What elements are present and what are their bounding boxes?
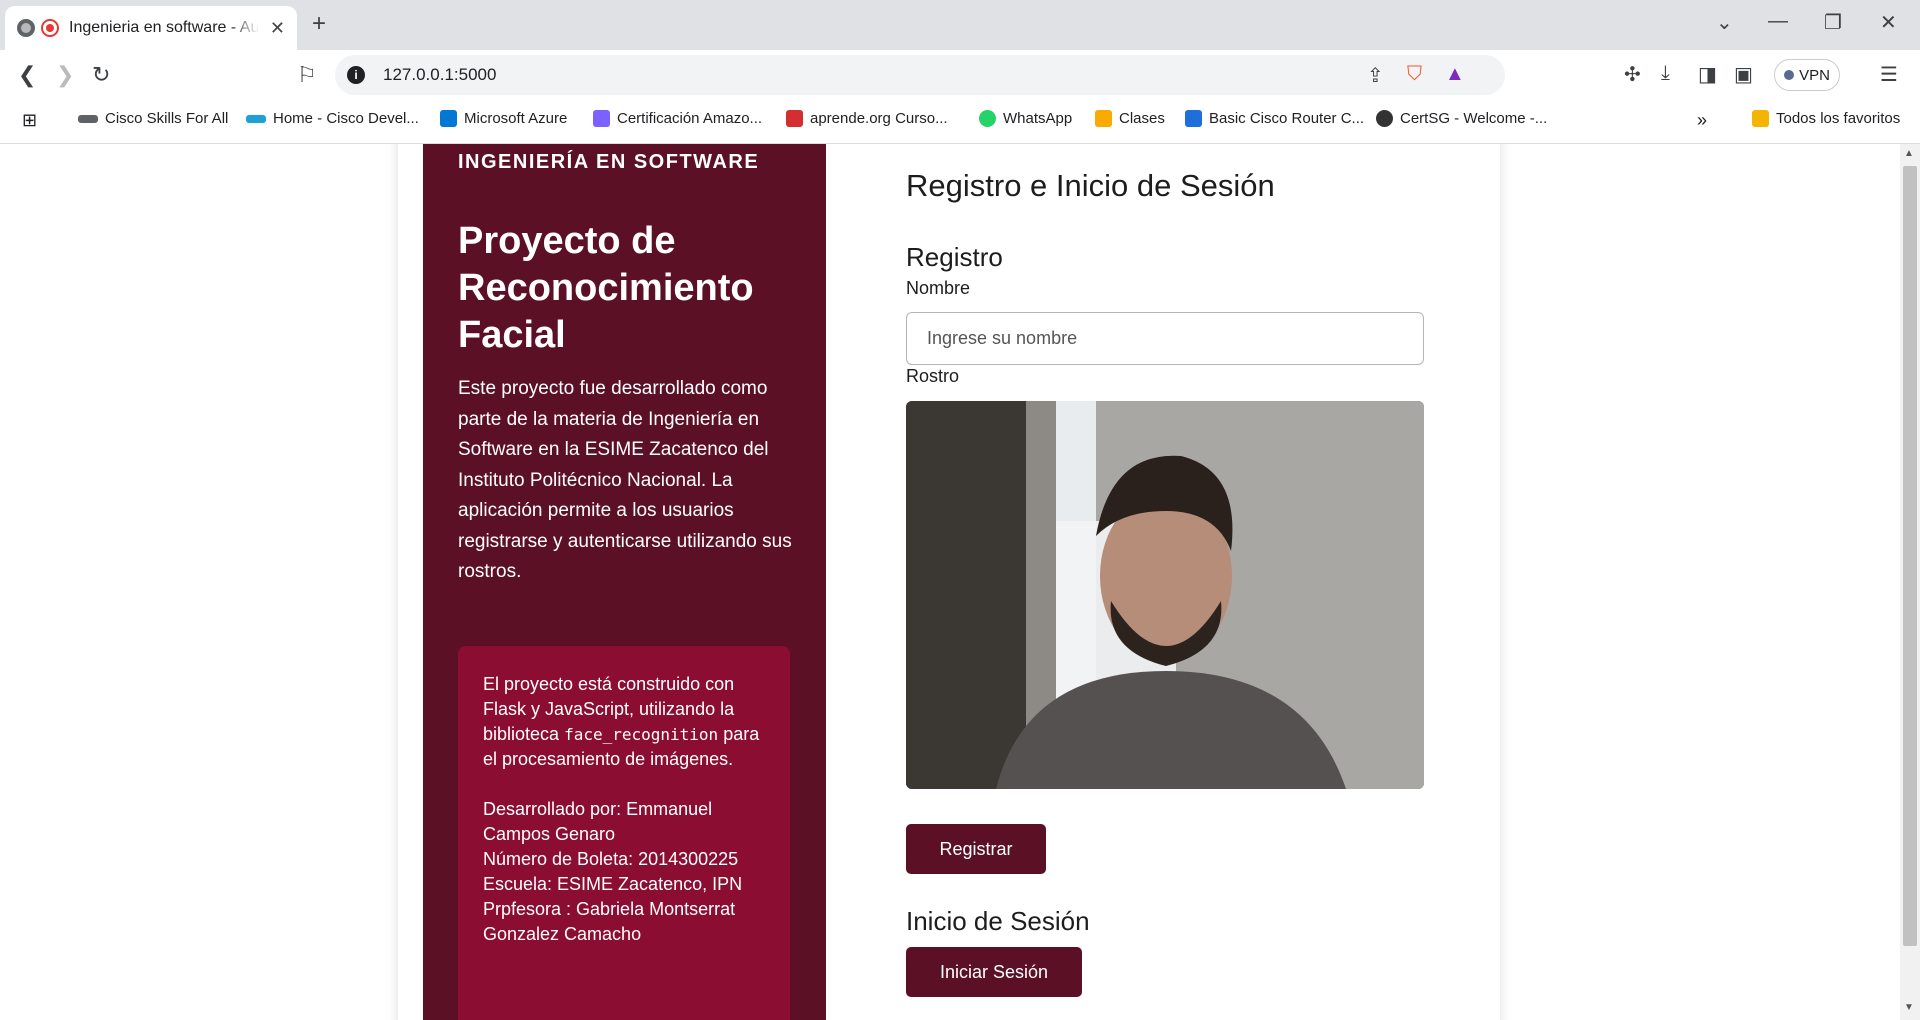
aws-cert-icon xyxy=(593,110,610,127)
reload-icon[interactable]: ↻ xyxy=(92,62,110,88)
name-label: Nombre xyxy=(906,278,971,298)
bookmark-item[interactable]: Clases xyxy=(1095,110,1165,127)
teacher-info: Prpfesora : Gabriela Montserrat Gonzalez… xyxy=(483,899,736,944)
download-icon[interactable]: ⤓ xyxy=(1661,62,1670,85)
name-input[interactable] xyxy=(906,312,1424,365)
main-card: INGENIERÍA EN SOFTWARE Proyecto de Recon… xyxy=(398,144,1500,1020)
azure-icon xyxy=(440,110,457,127)
developer-info: Desarrollado por: Emmanuel Campos Genaro xyxy=(483,799,713,844)
extensions-icon[interactable]: ✣ xyxy=(1624,62,1641,87)
bookmark-item[interactable]: Microsoft Azure xyxy=(440,110,567,127)
menu-icon[interactable]: ☰ xyxy=(1880,62,1898,87)
brave-shield-icon[interactable]: ⛉ xyxy=(1407,63,1422,86)
scroll-up-icon[interactable]: ▲ xyxy=(1904,148,1914,159)
library-name: face_recognition xyxy=(564,725,719,744)
all-bookmarks-folder[interactable]: Todos los favoritos xyxy=(1752,110,1900,127)
project-description: Este proyecto fue desarrollado como part… xyxy=(458,378,792,582)
scroll-down-icon[interactable]: ▼ xyxy=(1904,1002,1914,1013)
bookmark-item[interactable]: Home - Cisco Devel... xyxy=(246,110,419,127)
router-icon xyxy=(1185,110,1202,127)
page-viewport: INGENIERÍA EN SOFTWARE Proyecto de Recon… xyxy=(0,144,1900,1020)
site-globe-icon xyxy=(17,19,35,37)
login-heading: Inicio de Sesión xyxy=(906,906,1090,936)
bookmark-item[interactable]: Basic Cisco Router C... xyxy=(1185,110,1364,127)
vpn-button[interactable]: VPN xyxy=(1774,59,1840,91)
url-text[interactable]: 127.0.0.1:5000 xyxy=(383,65,496,85)
webcam-video xyxy=(906,401,1424,789)
aprende-icon xyxy=(786,110,803,127)
minimize-icon[interactable]: — xyxy=(1768,10,1788,33)
tab-close-icon[interactable]: ✕ xyxy=(270,18,285,39)
certsg-icon xyxy=(1376,110,1393,127)
tab-title: Ingenieria en software - Autenticación xyxy=(69,19,259,36)
restore-icon[interactable]: ❐ xyxy=(1824,10,1842,35)
register-heading: Registro xyxy=(906,242,1003,272)
folder-icon xyxy=(1752,110,1769,127)
cisco-logo-icon xyxy=(78,114,98,123)
site-info-icon[interactable]: i xyxy=(347,66,365,84)
tab-strip: Ingenieria en software - Autenticación ✕… xyxy=(0,0,1920,50)
vpn-label: VPN xyxy=(1799,66,1830,84)
page-scrollbar[interactable]: ▲ ▼ xyxy=(1900,144,1920,1020)
apps-grid-icon[interactable]: ⊞ xyxy=(22,110,37,131)
register-button[interactable]: Registrar xyxy=(906,824,1046,874)
bookmark-item[interactable]: CertSG - Welcome -... xyxy=(1376,110,1547,127)
whatsapp-icon xyxy=(979,110,996,127)
boleta-info: Número de Boleta: 2014300225 xyxy=(483,849,739,869)
cisco-devnet-icon xyxy=(246,114,266,123)
window-close-icon[interactable]: ✕ xyxy=(1880,10,1897,35)
project-info-box: El proyecto está construido con Flask y … xyxy=(458,646,790,1020)
school-info: Escuela: ESIME Zacatenco, IPN xyxy=(483,874,743,894)
address-bar[interactable]: i 127.0.0.1:5000 ⇪ ⛉ ▲ xyxy=(335,55,1505,95)
project-sidebar: INGENIERÍA EN SOFTWARE Proyecto de Recon… xyxy=(423,144,826,1020)
bookmark-item[interactable]: Cisco Skills For All xyxy=(78,110,228,127)
more-bookmarks-icon[interactable]: » xyxy=(1697,110,1707,131)
page-title: Registro e Inicio de Sesión xyxy=(906,168,1275,203)
face-label: Rostro xyxy=(906,366,960,386)
vpn-status-icon xyxy=(1784,70,1795,80)
new-tab-button[interactable]: + xyxy=(312,10,326,38)
project-title: Proyecto de Reconocimiento Facial xyxy=(458,220,754,356)
recording-icon xyxy=(41,19,59,37)
bookmark-item[interactable]: aprende.org Curso... xyxy=(786,110,948,127)
wallet-icon[interactable]: ▣ xyxy=(1734,62,1753,87)
bookmark-icon[interactable]: ⚐ xyxy=(297,62,317,88)
classroom-icon xyxy=(1095,110,1112,127)
sidebar-icon[interactable]: ◨ xyxy=(1698,62,1717,87)
back-icon[interactable]: ❮ xyxy=(18,62,36,88)
webcam-frame xyxy=(906,401,1424,789)
share-icon[interactable]: ⇪ xyxy=(1367,63,1384,88)
tab-search-icon[interactable]: ⌄ xyxy=(1716,10,1733,35)
brave-rewards-icon[interactable]: ▲ xyxy=(1445,63,1465,86)
bookmark-item[interactable]: Certificación Amazo... xyxy=(593,110,762,127)
tech-info: El proyecto está construido con Flask y … xyxy=(483,674,760,769)
login-button[interactable]: Iniciar Sesión xyxy=(906,947,1082,997)
brand-label: INGENIERÍA EN SOFTWARE xyxy=(458,151,760,173)
active-tab[interactable]: Ingenieria en software - Autenticación ✕ xyxy=(5,6,297,50)
scrollbar-thumb[interactable] xyxy=(1903,166,1917,946)
forward-icon[interactable]: ❯ xyxy=(56,62,74,88)
bookmark-item[interactable]: WhatsApp xyxy=(979,110,1072,127)
